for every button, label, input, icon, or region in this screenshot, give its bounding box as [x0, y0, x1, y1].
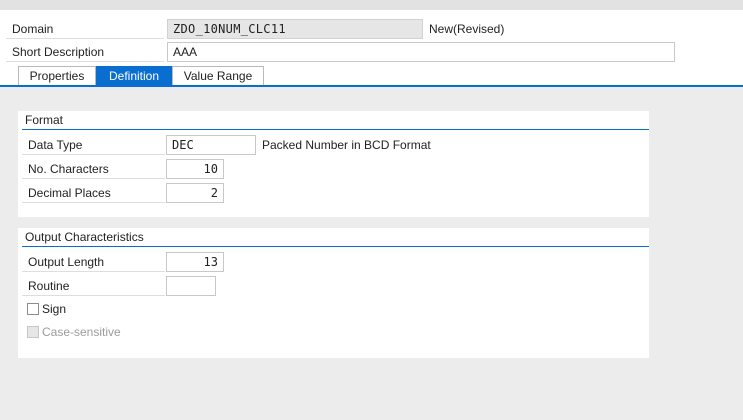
sign-checkbox[interactable] — [27, 303, 39, 315]
tab-value-range[interactable]: Value Range — [172, 66, 264, 85]
short-description-input[interactable]: AAA — [167, 42, 675, 62]
routine-input[interactable] — [166, 276, 216, 296]
sign-label: Sign — [42, 302, 67, 316]
case-sensitive-label: Case-sensitive — [42, 325, 121, 339]
output-group-rule — [22, 246, 649, 247]
tab-underline — [0, 85, 743, 87]
data-type-description: Packed Number in BCD Format — [262, 138, 431, 152]
tab-definition[interactable]: Definition — [96, 66, 172, 85]
output-group-title: Output Characteristics — [25, 230, 144, 244]
short-description-label: Short Description — [6, 42, 164, 62]
tab-properties[interactable]: Properties — [18, 66, 96, 85]
output-length-input[interactable]: 13 — [166, 252, 224, 272]
top-bar — [0, 0, 743, 10]
format-group-title: Format — [25, 113, 64, 127]
data-type-input[interactable]: DEC — [166, 135, 256, 155]
tab-strip: Properties Definition Value Range — [0, 66, 743, 86]
no-characters-label: No. Characters — [22, 159, 165, 179]
output-length-label: Output Length — [22, 252, 165, 272]
output-characteristics-group: Output Characteristics Output Length 13 … — [18, 228, 649, 358]
format-group-rule — [22, 129, 649, 130]
domain-label: Domain — [6, 19, 164, 39]
data-type-label: Data Type — [22, 135, 165, 155]
format-group: Format Data Type DEC Packed Number in BC… — [18, 111, 649, 217]
decimal-places-label: Decimal Places — [22, 183, 165, 203]
domain-status: New(Revised) — [429, 22, 505, 36]
domain-name-field: ZDO_10NUM_CLC11 — [167, 19, 423, 39]
decimal-places-input[interactable]: 2 — [166, 183, 224, 203]
case-sensitive-checkbox — [27, 326, 39, 338]
routine-label: Routine — [22, 276, 165, 296]
no-characters-input[interactable]: 10 — [166, 159, 224, 179]
